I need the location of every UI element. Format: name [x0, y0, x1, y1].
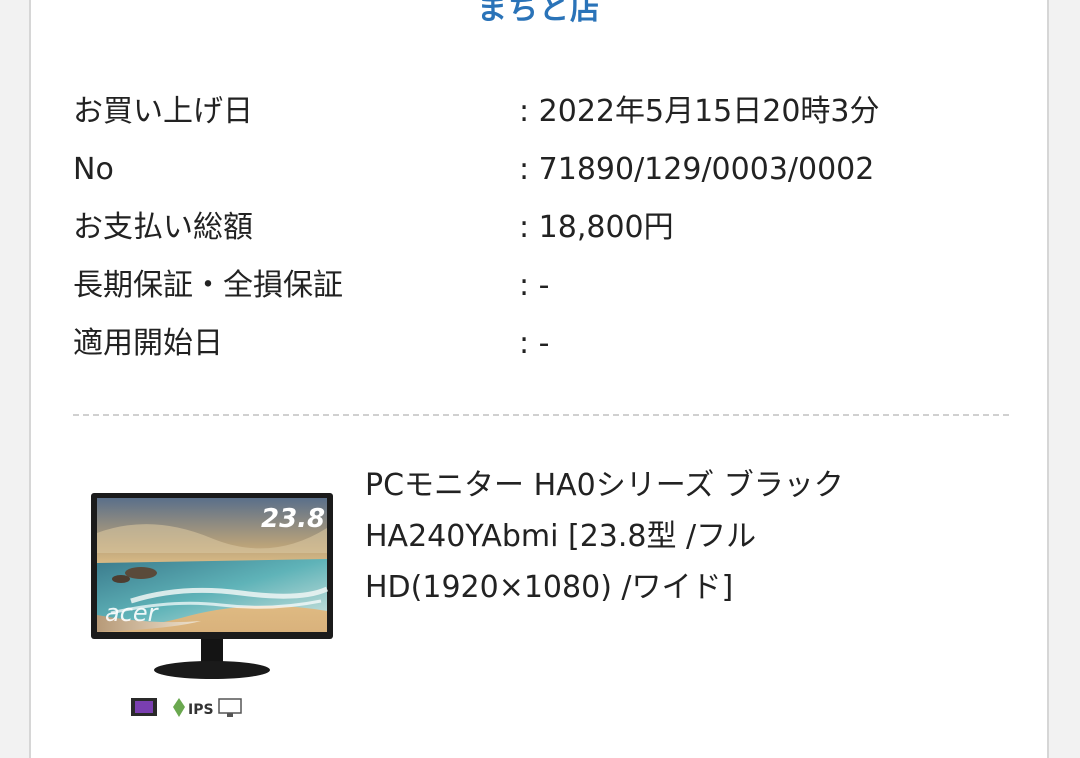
monitor-base [154, 661, 270, 679]
product-name-line-1: PCモニター HA0シリーズ ブラック [365, 468, 844, 503]
start-date-label: 適用開始日 [73, 326, 223, 361]
store-name: まちと店 [477, 0, 601, 27]
start-date-value: : - [519, 326, 550, 361]
product-image[interactable]: 23.8 acer IPS [91, 493, 341, 733]
receipt-card: まちと店 お買い上げ日 : 2022年5月15日20時3分 No : 71890… [29, 0, 1049, 758]
product-name[interactable]: PCモニター HA0シリーズ ブラック HA240YAbmi [23.8型 /フ… [365, 460, 965, 613]
product-name-line-3: HD(1920×1080) /ワイド] [365, 570, 734, 605]
purchase-date-label: お買い上げ日 [73, 94, 253, 129]
screen-size-badge: 23.8 [261, 504, 325, 534]
total-payment-label: お支払い総額 [73, 210, 253, 245]
brand-logo: acer [105, 599, 160, 627]
product-name-line-2: HA240YAbmi [23.8型 /フル [365, 519, 757, 554]
ips-icon [173, 698, 185, 717]
ips-badge: IPS [188, 702, 214, 718]
warranty-label: 長期保証・全損保証 [73, 268, 343, 303]
dashed-divider [73, 414, 1009, 416]
number-value: : 71890/129/0003/0002 [519, 152, 875, 187]
total-payment-value: : 18,800円 [519, 210, 674, 245]
purchase-date-value: : 2022年5月15日20時3分 [519, 94, 880, 129]
warranty-value: : - [519, 268, 550, 303]
number-label: No [73, 152, 114, 187]
